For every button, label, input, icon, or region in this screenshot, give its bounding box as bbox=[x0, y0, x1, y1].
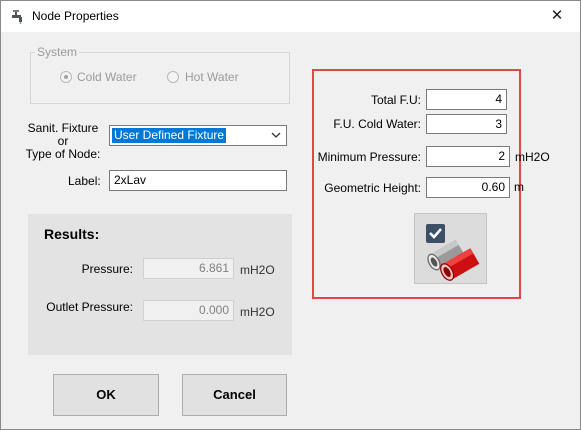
cold-water-radio[interactable] bbox=[60, 71, 72, 83]
total-fu-label: Total F.U: bbox=[370, 93, 421, 107]
cold-water-label: Cold Water bbox=[77, 70, 137, 84]
pipe-toggle-button[interactable] bbox=[414, 213, 487, 284]
close-button[interactable]: ✕ bbox=[534, 1, 580, 31]
hot-water-label: Hot Water bbox=[185, 70, 239, 84]
label-input[interactable]: 2xLav bbox=[109, 170, 287, 191]
title-bar: Node Properties ✕ bbox=[1, 1, 580, 32]
fu-cold-water-input[interactable]: 3 bbox=[426, 114, 507, 134]
geometric-height-input[interactable]: 0.60 bbox=[426, 177, 510, 198]
pressure-field: 6.861 bbox=[143, 258, 234, 279]
outlet-pressure-unit: mH2O bbox=[240, 305, 275, 319]
hot-water-radio[interactable] bbox=[167, 71, 179, 83]
minimum-pressure-label: Minimum Pressure: bbox=[317, 150, 421, 164]
pressure-unit: mH2O bbox=[240, 263, 275, 277]
outlet-pressure-label: Outlet Pressure: bbox=[46, 300, 133, 314]
minimum-pressure-input[interactable]: 2 bbox=[426, 146, 510, 167]
node-properties-window: Node Properties ✕ System Cold Water Hot … bbox=[0, 0, 581, 430]
pipes-checked-icon bbox=[426, 224, 480, 281]
total-fu-input[interactable]: 4 bbox=[426, 89, 507, 110]
pressure-label: Pressure: bbox=[81, 262, 133, 276]
fixture-type-dropdown[interactable]: User Defined Fixture bbox=[109, 125, 287, 146]
fu-cold-water-label: F.U. Cold Water: bbox=[333, 117, 421, 131]
fixture-type-selected: User Defined Fixture bbox=[112, 128, 227, 143]
chevron-down-icon bbox=[271, 132, 281, 138]
results-title: Results: bbox=[44, 226, 100, 242]
system-group-legend: System bbox=[35, 45, 80, 59]
fixture-type-label: Sanit. Fixture or Type of Node: bbox=[23, 122, 103, 161]
outlet-pressure-field: 0.000 bbox=[143, 300, 234, 321]
cancel-button[interactable]: Cancel bbox=[182, 374, 287, 416]
minimum-pressure-unit: mH2O bbox=[515, 150, 550, 164]
label-field-label: Label: bbox=[68, 174, 101, 188]
geometric-height-label: Geometric Height: bbox=[324, 181, 421, 195]
fixture-type-label-line2: Type of Node: bbox=[25, 147, 101, 161]
window-title: Node Properties bbox=[32, 9, 119, 23]
fixture-type-label-line1: Sanit. Fixture or bbox=[27, 121, 99, 148]
close-icon: ✕ bbox=[550, 7, 564, 24]
faucet-icon bbox=[12, 10, 22, 24]
geometric-height-unit: m bbox=[514, 180, 524, 194]
ok-button[interactable]: OK bbox=[53, 374, 159, 416]
